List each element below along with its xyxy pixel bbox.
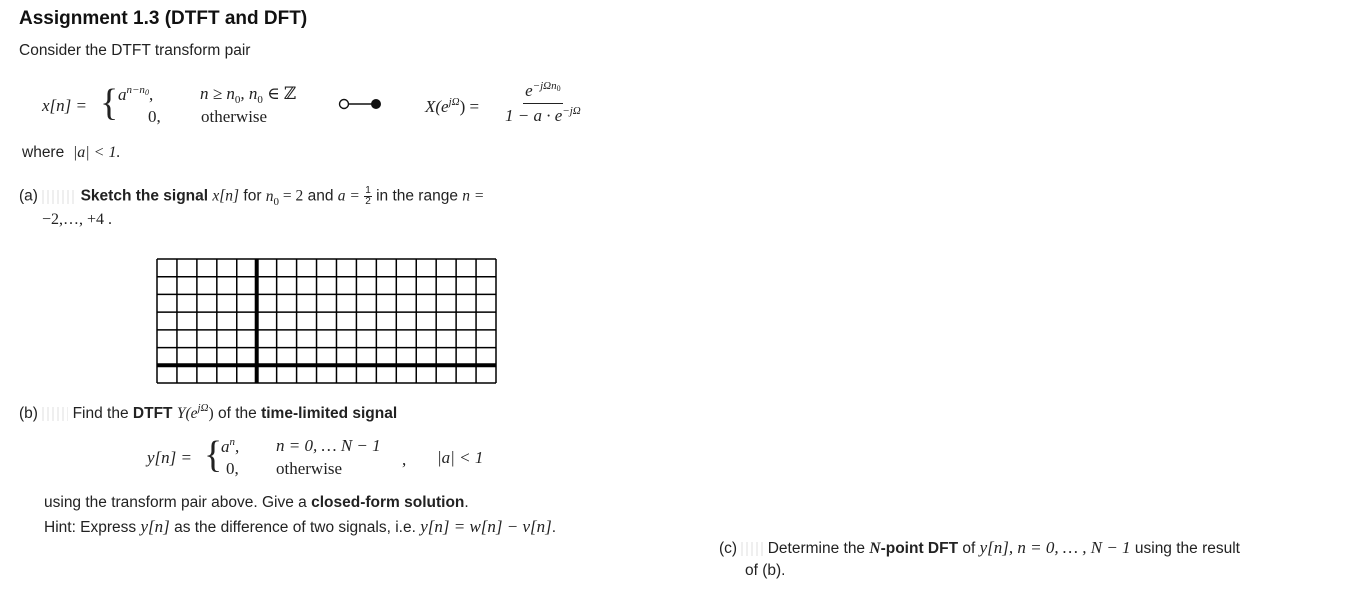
transform-correspondence-icon [338,98,381,110]
points-badge [42,406,69,421]
yn-case1-expr: an, [221,436,240,456]
points-badge [42,189,77,204]
xn-lhs: x[n] = [42,96,87,115]
yn-comma: , [402,450,407,469]
Xe-lhs: X(ejΩ) = [425,96,480,116]
part-a-line1: (a) Sketch the signal x[n] for n0 = 2 an… [19,185,485,208]
intro-text: Consider the DTFT transform pair [19,42,251,59]
where-clause: where |a| < 1. [22,144,121,161]
xn-case2-cond: otherwise [201,107,268,126]
sketch-grid-svg [156,258,497,384]
part-b-instructions: using the transform pair above. Give a c… [44,494,469,511]
brace: { [100,82,119,124]
yn-condition: |a| < 1 [437,448,484,467]
yn-case1-cond: n = 0, … N − 1 [276,436,381,455]
part-a-label: (a) [19,187,38,205]
part-b-line1: (b) Find the DTFT Y(ejΩ) of the time-lim… [19,402,398,422]
yn-case2-expr: 0, [226,459,239,478]
xn-case1-expr: an−n0, [118,84,154,104]
yn-lhs: y[n] = [147,448,192,467]
page-title: Assignment 1.3 (DTFT and DFT) [19,8,308,29]
sketch-grid[interactable] [156,258,497,384]
one-half-fraction: 12 [364,185,372,207]
part-a-range: −2,…, +4 . [42,211,113,228]
brace: { [204,434,223,476]
part-c-line1: (c) Determine the N-point DFT of y[n], n… [719,538,1240,557]
part-c-line2: of (b). [745,562,786,579]
points-badge [741,541,764,556]
xn-case1-cond: n ≥ n0, n0 ∈ ℤ [200,84,297,106]
part-c-label: (c) [719,540,738,557]
part-b-label: (b) [19,405,38,422]
yn-case2-cond: otherwise [276,459,343,478]
Xe-fraction: e−jΩn0 1 − a · e−jΩ [505,80,581,125]
xn-case2-expr: 0, [148,107,161,126]
part-b-hint: Hint: Express y[n] as the difference of … [44,517,557,536]
